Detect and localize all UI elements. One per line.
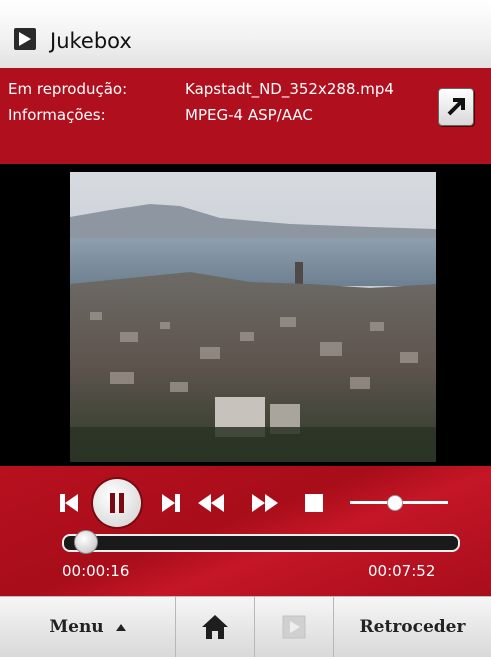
rewind-icon[interactable] xyxy=(196,492,226,514)
play-icon xyxy=(282,615,306,639)
video-frame[interactable] xyxy=(70,172,436,462)
elapsed-time: 00:00:16 xyxy=(62,562,130,580)
now-playing-label: Em reprodução: xyxy=(8,80,128,98)
progress-track[interactable] xyxy=(62,534,460,552)
info-label: Informações: xyxy=(8,106,106,124)
bottom-toolbar: Menu Retroceder xyxy=(0,596,491,657)
title-bar: Jukebox xyxy=(0,0,491,68)
home-button[interactable] xyxy=(176,597,255,657)
now-playing-filename: Kapstadt_ND_352x288.mp4 xyxy=(185,80,394,98)
menu-label: Menu xyxy=(49,617,104,637)
play-button[interactable] xyxy=(255,597,334,657)
playback-controls: 00:00:16 00:07:52 xyxy=(0,466,491,596)
caret-up-icon xyxy=(115,624,126,631)
volume-knob[interactable] xyxy=(387,495,404,511)
back-label: Retroceder xyxy=(359,617,466,637)
progress-knob[interactable] xyxy=(73,530,98,554)
menu-button[interactable]: Menu xyxy=(0,597,176,657)
total-time: 00:07:52 xyxy=(368,562,436,580)
skip-back-icon[interactable] xyxy=(58,492,80,514)
stop-icon[interactable] xyxy=(304,493,324,513)
app-title: Jukebox xyxy=(50,29,132,53)
arrow-up-right-icon xyxy=(447,98,465,116)
expand-button[interactable] xyxy=(438,88,474,126)
back-button[interactable]: Retroceder xyxy=(334,597,491,657)
skip-forward-icon[interactable] xyxy=(160,492,182,514)
home-icon xyxy=(202,615,228,639)
now-playing-panel: Em reprodução: Kapstadt_ND_352x288.mp4 I… xyxy=(0,68,491,164)
info-value: MPEG-4 ASP/AAC xyxy=(185,106,313,124)
video-area[interactable] xyxy=(0,164,491,466)
fast-forward-icon[interactable] xyxy=(250,492,280,514)
play-icon xyxy=(14,28,36,50)
pause-icon xyxy=(110,493,124,513)
pause-button[interactable] xyxy=(93,479,141,527)
